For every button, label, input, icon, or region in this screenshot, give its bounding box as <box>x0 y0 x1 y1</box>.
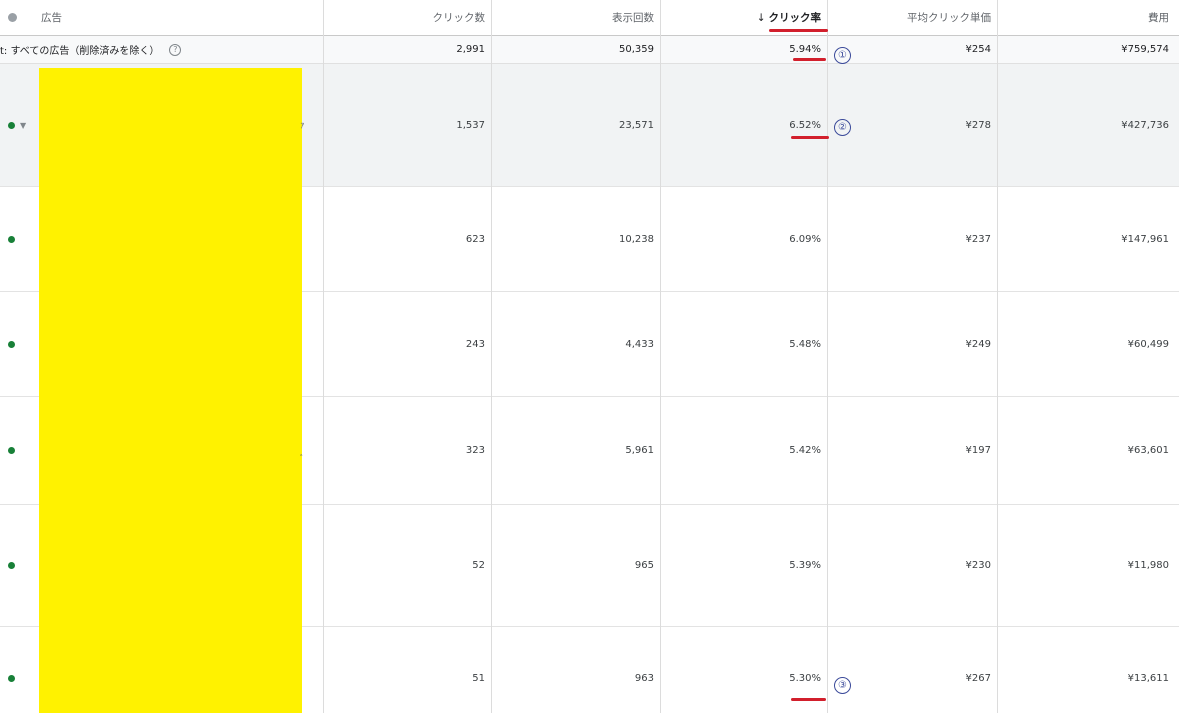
status-active-icon <box>8 235 15 243</box>
clicks-column-header[interactable]: クリック数 <box>324 0 491 35</box>
column-divider <box>827 0 828 713</box>
avg-cpc-cell: ¥197 <box>965 445 991 456</box>
avg-cpc-cell: ¥230 <box>965 560 991 571</box>
avg-cpc-cell: ¥278 <box>965 119 991 131</box>
cost-column-header[interactable]: 費用 <box>998 0 1179 35</box>
clicks-cell: 52 <box>472 560 485 571</box>
ad-name-fragment: ﾞ <box>300 455 305 465</box>
total-avg-cpc: ¥254 <box>965 44 991 55</box>
cost-cell: ¥147,961 <box>1121 233 1169 245</box>
clicks-cell: 243 <box>465 338 485 350</box>
clicks-cell: 1,537 <box>456 119 485 131</box>
ads-table: 広告 クリック数 表示回数 ↓ クリック率 平均クリック単価 費用 t: すべて… <box>0 0 1179 713</box>
impressions-cell: 965 <box>634 560 654 571</box>
total-cost: ¥759,574 <box>1121 44 1169 55</box>
clicks-cell: 623 <box>465 233 485 245</box>
table-header: 広告 クリック数 表示回数 ↓ クリック率 平均クリック単価 費用 <box>0 0 1179 36</box>
impressions-cell: 10,238 <box>619 233 654 245</box>
ctr-cell: 5.48% <box>789 338 821 350</box>
cost-cell: ¥60,499 <box>1127 338 1169 350</box>
status-active-icon <box>8 562 15 569</box>
avg-cpc-column-header[interactable]: 平均クリック単価 <box>828 0 997 35</box>
cost-cell: ¥11,980 <box>1127 560 1169 571</box>
impressions-cell: 963 <box>634 672 654 684</box>
total-clicks: 2,991 <box>456 44 485 55</box>
total-impressions: 50,359 <box>619 44 654 55</box>
impressions-cell: 4,433 <box>625 338 654 350</box>
annotation-marker-2: ② <box>834 119 851 136</box>
clicks-cell: 51 <box>472 672 485 684</box>
ad-column-header[interactable]: 広告 <box>41 0 321 35</box>
row1-ctr-underline <box>791 136 829 139</box>
cost-cell: ¥63,601 <box>1127 445 1169 456</box>
column-divider <box>660 0 661 713</box>
help-icon[interactable]: ? <box>169 43 182 56</box>
impressions-column-header[interactable]: 表示回数 <box>492 0 660 35</box>
total-row: t: すべての広告（削除済みを除く） ? 2,991 50,359 5.94% … <box>0 36 1179 64</box>
total-label-text: t: すべての広告（削除済みを除く） <box>0 46 160 57</box>
ctr-header-underline <box>769 29 828 32</box>
status-cell: ▼ <box>8 64 38 186</box>
avg-cpc-cell: ¥267 <box>965 672 991 684</box>
avg-cpc-cell: ¥249 <box>965 338 991 350</box>
ctr-cell: 5.39% <box>789 560 821 571</box>
total-label: t: すべての広告（削除済みを除く） ? <box>0 36 320 63</box>
total-ctr-underline <box>793 58 826 61</box>
annotation-marker-3: ③ <box>834 677 851 694</box>
annotation-marker-1: ① <box>834 47 851 64</box>
ctr-cell: 5.30% <box>789 672 821 684</box>
impressions-cell: 5,961 <box>625 445 654 456</box>
ad-name-fragment: ｧ <box>300 121 305 131</box>
status-cell <box>8 635 28 721</box>
cost-cell: ¥13,611 <box>1127 672 1169 684</box>
column-divider <box>491 0 492 713</box>
redaction-block <box>39 68 302 713</box>
status-cell <box>8 292 28 396</box>
ctr-cell: 5.42% <box>789 445 821 456</box>
impressions-cell: 23,571 <box>619 119 654 131</box>
row6-ctr-underline <box>791 698 826 701</box>
status-active-icon <box>8 447 15 454</box>
status-cell <box>8 187 28 291</box>
status-active-icon <box>8 674 15 682</box>
status-cell <box>8 397 28 504</box>
sort-desc-icon: ↓ <box>756 11 766 24</box>
clicks-cell: 323 <box>465 445 485 456</box>
status-header-icon[interactable] <box>8 0 28 35</box>
ctr-cell: 6.09% <box>789 233 821 245</box>
status-active-icon <box>8 121 15 129</box>
column-divider <box>323 0 324 713</box>
avg-cpc-cell: ¥237 <box>965 233 991 245</box>
ctr-cell: 6.52% <box>789 119 821 131</box>
cost-cell: ¥427,736 <box>1121 119 1169 131</box>
ctr-header-label: クリック率 <box>768 12 822 24</box>
status-active-icon <box>8 340 15 348</box>
status-cell <box>8 505 28 626</box>
column-divider <box>997 0 998 713</box>
chevron-down-icon[interactable]: ▼ <box>20 121 26 130</box>
